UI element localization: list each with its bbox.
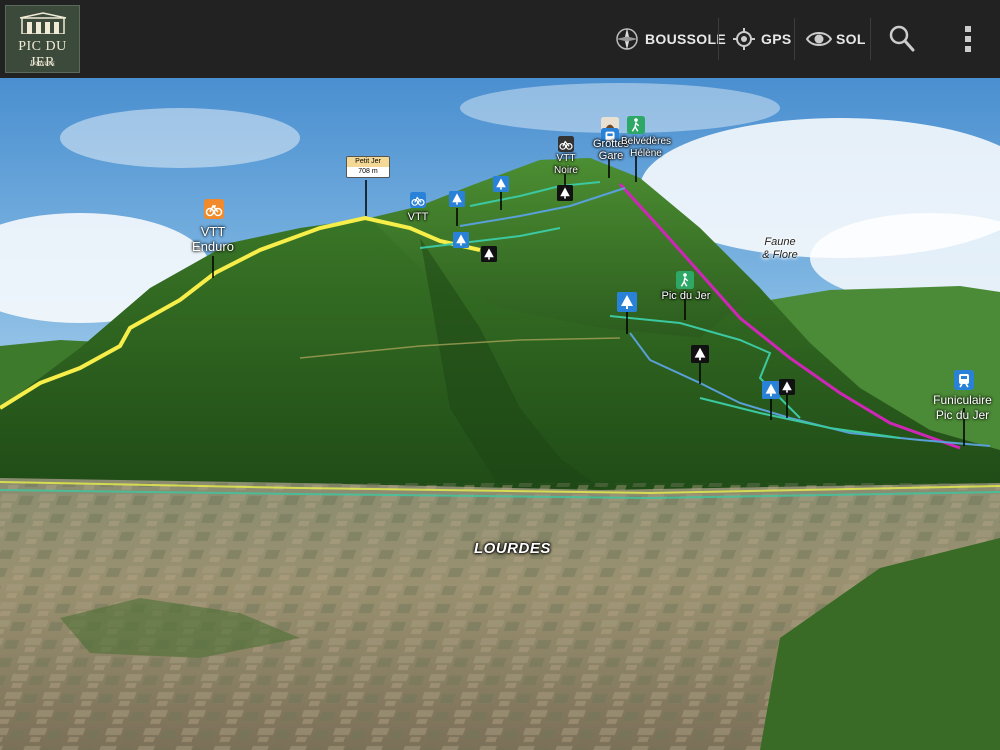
label-vtt[interactable]: VTT: [404, 211, 432, 223]
tree-black-icon[interactable]: [779, 378, 795, 396]
train-icon[interactable]: [954, 370, 974, 390]
more-vert-icon: [965, 26, 971, 52]
overflow-menu-button[interactable]: [962, 18, 974, 60]
gps-button[interactable]: GPS: [732, 18, 791, 60]
mtb-icon[interactable]: [410, 192, 426, 208]
peak-marker[interactable]: Petit Jer 708 m: [346, 156, 390, 178]
hiker-icon[interactable]: [676, 271, 694, 289]
app-logo[interactable]: PIC DU JER Lourdes: [5, 5, 80, 73]
tree-black-icon[interactable]: [691, 345, 709, 363]
ground-view-button[interactable]: SOL: [806, 18, 866, 60]
mtb-icon[interactable]: [558, 136, 574, 152]
top-app-bar: PIC DU JER Lourdes BOUSSOLE GPS SOL: [0, 0, 1000, 78]
compass-label: BOUSSOLE: [645, 31, 726, 47]
logo-subtitle: Lourdes: [30, 59, 55, 67]
label-faune-flore[interactable]: Faune & Flore: [752, 236, 808, 262]
compass-button[interactable]: BOUSSOLE: [615, 18, 726, 60]
peak-altitude: 708 m: [347, 167, 389, 177]
tree-black-icon[interactable]: [557, 185, 573, 201]
toolbar-divider: [718, 18, 719, 60]
tree-black-icon[interactable]: [481, 246, 497, 262]
mtb-icon[interactable]: [204, 199, 224, 219]
eye-icon: [806, 32, 832, 46]
label-belvederes-helene[interactable]: Belvédères Hélène: [618, 136, 674, 160]
toolbar-divider: [794, 18, 795, 60]
tree-blue-icon[interactable]: [762, 381, 780, 399]
search-icon: [889, 25, 915, 52]
gps-label: GPS: [761, 31, 792, 47]
tree-blue-icon[interactable]: [493, 176, 509, 192]
city-label: LOURDES: [474, 540, 551, 557]
label-pic-du-jer[interactable]: Pic du Jer: [656, 290, 716, 302]
label-funiculaire[interactable]: Funiculaire Pic du Jer: [925, 393, 1000, 423]
tree-blue-icon[interactable]: [617, 292, 637, 312]
tree-blue-icon[interactable]: [452, 232, 470, 248]
hiker-icon[interactable]: [627, 116, 645, 134]
tower-icon: [19, 12, 67, 34]
label-vtt-enduro[interactable]: VTT Enduro: [190, 224, 236, 254]
peak-name: Petit Jer: [347, 157, 389, 167]
search-button[interactable]: [889, 18, 915, 60]
map-3d-view[interactable]: Petit Jer 708 m VTT Enduro VTT VTT Noire…: [0, 78, 1000, 750]
toolbar-divider: [870, 18, 871, 60]
compass-icon: [616, 28, 638, 50]
tree-blue-icon[interactable]: [449, 191, 465, 207]
label-vtt-noire[interactable]: VTT Noire: [550, 153, 582, 177]
gps-target-icon: [733, 28, 755, 50]
ground-view-label: SOL: [836, 31, 866, 47]
